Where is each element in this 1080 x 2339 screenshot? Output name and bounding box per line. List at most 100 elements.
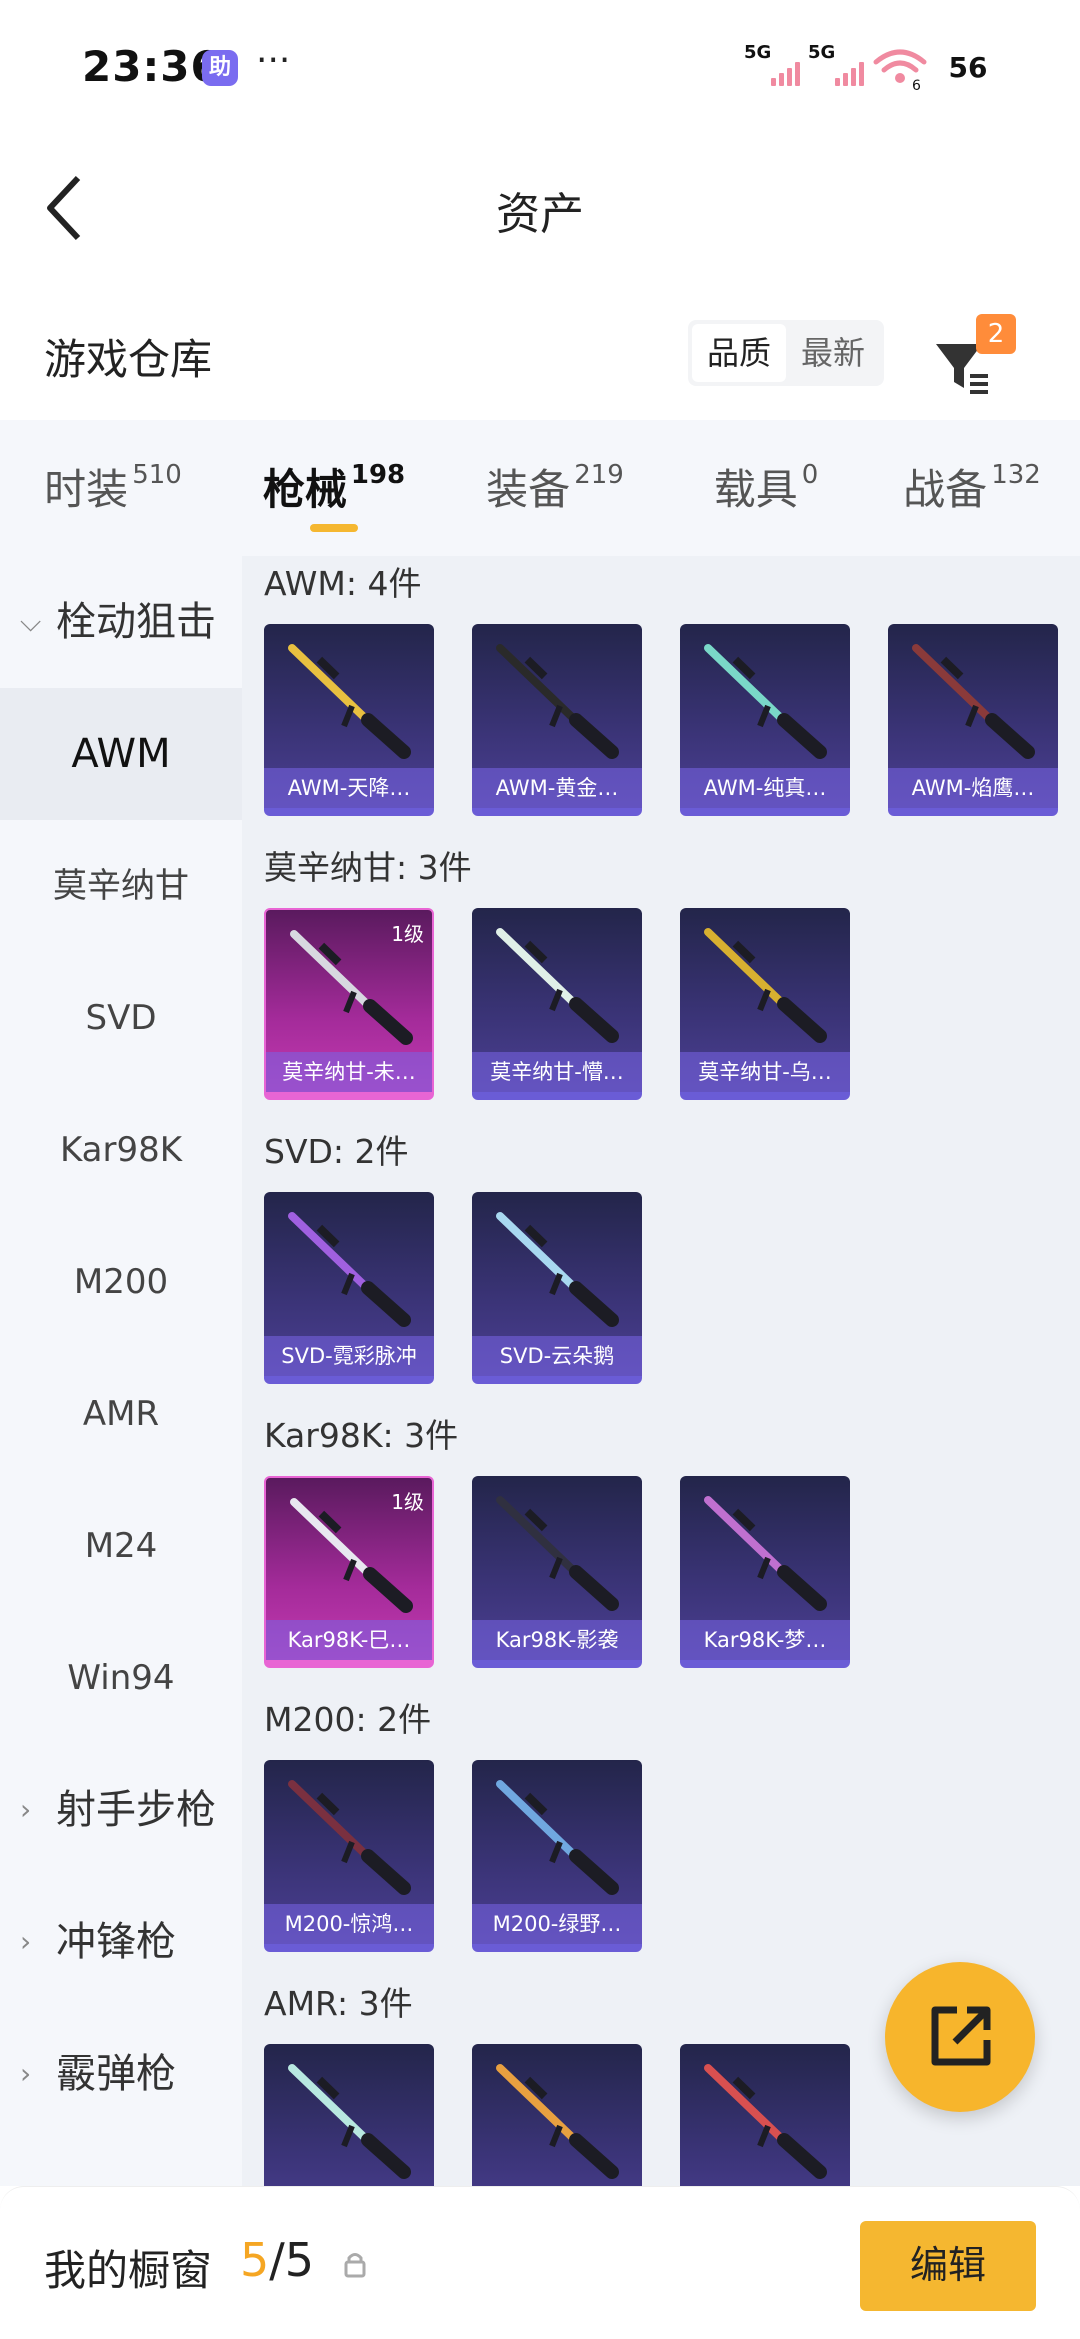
skin-name: 莫辛纳甘-乌… <box>680 1052 850 1092</box>
status-bar: 23:36 助 ··· 5G 5G 6 56 <box>0 0 1080 130</box>
tab-label: 战备 <box>903 465 988 514</box>
sidebar-item-kar98k[interactable]: Kar98K <box>0 1084 242 1216</box>
sidebar-item-label: AMR <box>82 1394 160 1434</box>
skin-name: M200-惊鸿… <box>264 1904 434 1944</box>
tab-firearms[interactable]: 枪械 198 <box>226 420 442 556</box>
sort-newest-button[interactable]: 最新 <box>786 324 880 382</box>
skin-card[interactable]: AWM-天降… <box>264 624 434 816</box>
sidebar-item-label: 射手步枪 <box>56 1787 216 1833</box>
skin-name: AWM-黄金… <box>472 768 642 808</box>
chevron-down-icon: ⌵ <box>20 605 42 638</box>
skin-card[interactable] <box>680 2044 850 2186</box>
wifi-icon: 6 <box>872 46 928 94</box>
skin-name: AWM-焰鹰… <box>888 768 1058 808</box>
tab-count: 0 <box>801 460 819 490</box>
page-title: 资产 <box>496 189 584 240</box>
skin-name: Kar98K-影袭 <box>472 1620 642 1660</box>
tab-label: 时装 <box>44 465 129 514</box>
skin-name: AWM-天降… <box>264 768 434 808</box>
skin-card[interactable] <box>472 2044 642 2186</box>
filter-count-badge: 2 <box>976 314 1016 354</box>
rifle-icon <box>288 1212 411 1327</box>
tab-fashion[interactable]: 时装 510 <box>0 420 226 556</box>
skin-card[interactable] <box>264 2044 434 2186</box>
chevron-right-icon: › <box>20 2057 32 2090</box>
sidebar-item-label: 霰弹枪 <box>56 2051 176 2097</box>
skin-card[interactable]: M200-绿野… <box>472 1760 642 1952</box>
tab-vehicles[interactable]: 载具 0 <box>668 420 864 556</box>
skin-card[interactable]: Kar98K-影袭 <box>472 1476 642 1668</box>
sidebar-item-awm[interactable]: AWM <box>0 688 242 820</box>
sidebar-item-label: M200 <box>73 1262 169 1302</box>
skin-card[interactable]: SVD-霓彩脉冲 <box>264 1192 434 1384</box>
level-badge: 1级 <box>391 922 424 946</box>
sidebar-group-smg[interactable]: › 冲锋枪 <box>0 1876 242 2008</box>
sidebar-item-m24[interactable]: M24 <box>0 1480 242 1612</box>
rifle-icon <box>704 2064 827 2179</box>
signal-icon-2: 5G <box>808 42 864 86</box>
skin-card[interactable]: AWM-纯真… <box>680 624 850 816</box>
skin-card[interactable]: 1级 莫辛纳甘-未… <box>264 908 434 1100</box>
rifle-icon <box>496 928 619 1043</box>
chevron-right-icon: › <box>20 1925 32 1958</box>
tab-count: 510 <box>132 460 182 490</box>
signal-icon: 5G <box>744 42 800 86</box>
rifle-icon <box>912 644 1035 759</box>
active-tab-indicator <box>310 524 358 532</box>
skin-name: AWM-纯真… <box>680 768 850 808</box>
rifle-icon <box>704 1496 827 1611</box>
share-button[interactable] <box>885 1962 1035 2112</box>
skin-card[interactable]: AWM-焰鹰… <box>888 624 1058 816</box>
sidebar-item-svd[interactable]: SVD <box>0 952 242 1084</box>
showcase-total: 5 <box>284 2233 315 2287</box>
sidebar-item-mosin[interactable]: 莫辛纳甘 <box>0 820 242 952</box>
skin-card[interactable]: 莫辛纳甘-懵… <box>472 908 642 1100</box>
sidebar-group-shotgun[interactable]: › 霰弹枪 <box>0 2008 242 2140</box>
weapon-section: 莫辛纳甘: 3件 1级 莫辛纳甘-未… 莫辛纳甘-懵… 莫辛纳甘-乌… <box>264 840 1064 1100</box>
skin-card[interactable]: 莫辛纳甘-乌… <box>680 908 850 1100</box>
category-tabs: 时装 510 枪械 198 装备 219 载具 0 战备 132 <box>0 420 1080 556</box>
sidebar-item-amr[interactable]: AMR <box>0 1348 242 1480</box>
filter-button[interactable]: 2 <box>932 314 1016 402</box>
tab-count: 198 <box>350 460 406 490</box>
rifle-icon <box>496 1496 619 1611</box>
showcase-current: 5 <box>240 2233 270 2287</box>
network-type-2: 5G <box>808 42 836 63</box>
rifle-icon <box>288 1780 411 1895</box>
section-title: Kar98K: 3件 <box>264 1416 459 1455</box>
rifle-icon <box>288 644 411 759</box>
showcase-separator: / <box>269 2233 285 2287</box>
sidebar-item-label: Win94 <box>67 1658 175 1698</box>
weapon-grid: AWM: 4件 AWM-天降… AWM-黄金… AWM-纯真… AWM-焰鹰… 莫辛纳甘:… <box>242 556 1080 2186</box>
skin-card[interactable]: 1级 Kar98K-巳… <box>264 1476 434 1668</box>
tab-count: 219 <box>574 460 624 490</box>
tab-gear[interactable]: 装备 219 <box>442 420 668 556</box>
repo-title: 游戏仓库 <box>44 335 213 384</box>
skin-card[interactable]: SVD-云朵鹅 <box>472 1192 642 1384</box>
sort-quality-button[interactable]: 品质 <box>692 324 786 382</box>
rifle-icon <box>496 1212 619 1327</box>
sidebar-item-m200[interactable]: M200 <box>0 1216 242 1348</box>
skin-name: Kar98K-梦… <box>680 1620 850 1660</box>
weapon-section: M200: 2件 M200-惊鸿… M200-绿野… <box>264 1692 1064 1952</box>
sidebar-item-win94[interactable]: Win94 <box>0 1612 242 1744</box>
weapon-sidebar: ⌵ 栓动狙击 AWM 莫辛纳甘 SVD Kar98K M200 AMR M24 W… <box>0 556 242 2186</box>
weapon-section: Kar98K: 3件 1级 Kar98K-巳… Kar98K-影袭 Kar98K-梦… <box>264 1408 1064 1668</box>
repo-row: 游戏仓库 品质 最新 2 <box>0 280 1080 420</box>
top-bar: 资产 <box>0 130 1080 280</box>
level-badge: 1级 <box>391 1490 424 1514</box>
showcase-count: 5/5 <box>240 2233 314 2287</box>
skin-name: SVD-云朵鹅 <box>472 1336 642 1376</box>
tab-supplies[interactable]: 战备 132 <box>864 420 1080 556</box>
sidebar-item-label: M24 <box>84 1526 158 1566</box>
chevron-right-icon: › <box>20 1793 32 1826</box>
rifle-icon <box>496 2064 619 2179</box>
skin-card[interactable]: Kar98K-梦… <box>680 1476 850 1668</box>
sidebar-group-marksman[interactable]: › 射手步枪 <box>0 1744 242 1876</box>
skin-card[interactable]: M200-惊鸿… <box>264 1760 434 1952</box>
skin-card[interactable]: AWM-黄金… <box>472 624 642 816</box>
edit-button[interactable]: 编辑 <box>860 2221 1036 2311</box>
sidebar-group-bolt-sniper[interactable]: ⌵ 栓动狙击 <box>0 556 242 688</box>
skin-name: 莫辛纳甘-懵… <box>472 1052 642 1092</box>
tab-count: 132 <box>991 460 1041 490</box>
